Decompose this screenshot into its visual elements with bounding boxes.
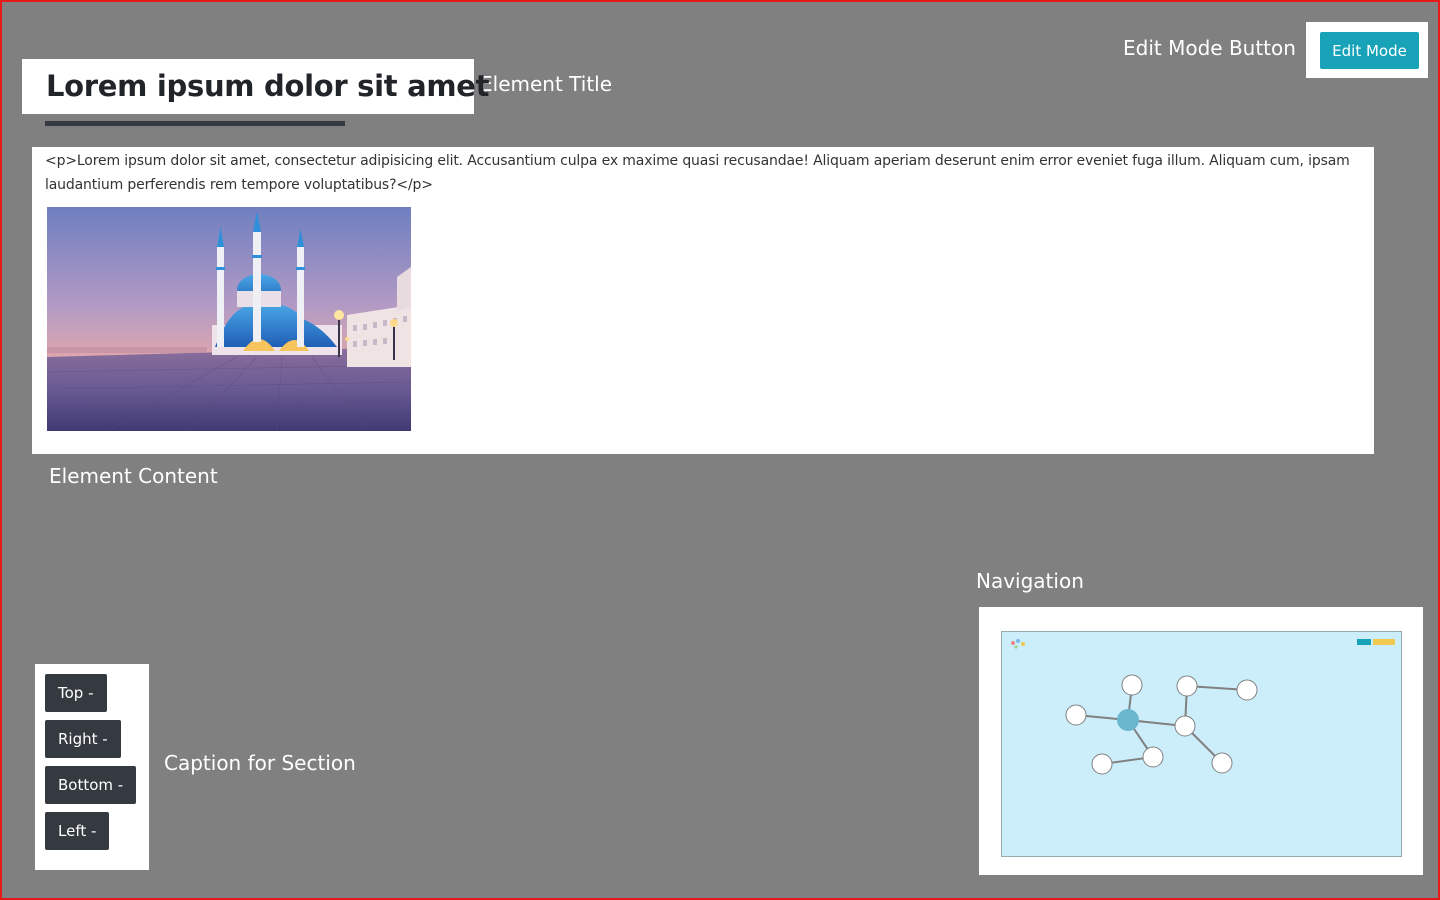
position-top-button[interactable]: Top - — [45, 674, 107, 712]
navigation-map[interactable] — [1001, 631, 1402, 857]
annotation-element-title: Element Title — [480, 72, 613, 96]
annotation-navigation: Navigation — [976, 569, 1084, 593]
nav-node[interactable] — [1091, 753, 1113, 775]
position-left-button[interactable]: Left - — [45, 812, 110, 850]
nav-node[interactable] — [1065, 704, 1087, 726]
nav-node[interactable] — [1176, 675, 1198, 697]
annotation-caption-for-section: Caption for Section — [164, 751, 356, 775]
title-underline — [45, 121, 345, 126]
content-image — [47, 207, 411, 431]
element-content-text: <p>Lorem ipsum dolor sit amet, consectet… — [45, 153, 1350, 193]
element-title: Lorem ipsum dolor sit amet — [46, 69, 490, 103]
nav-node[interactable] — [1174, 715, 1196, 737]
position-right-button[interactable]: Right - — [45, 720, 121, 758]
position-buttons-panel: Top - Right - Bottom - Left - — [35, 664, 149, 870]
annotation-element-content: Element Content — [49, 464, 218, 488]
edit-mode-button[interactable]: Edit Mode — [1320, 32, 1419, 69]
mini-edit-button — [1357, 639, 1371, 645]
navigation-panel — [979, 607, 1423, 875]
element-content-box: <p>Lorem ipsum dolor sit amet, consectet… — [32, 147, 1374, 454]
mini-action-button — [1373, 639, 1395, 645]
nav-node-active[interactable] — [1117, 709, 1139, 731]
element-title-box: Lorem ipsum dolor sit amet — [22, 59, 490, 114]
nav-node[interactable] — [1236, 679, 1258, 701]
nav-node[interactable] — [1142, 746, 1164, 768]
nav-node[interactable] — [1211, 752, 1233, 774]
position-bottom-button[interactable]: Bottom - — [45, 766, 137, 804]
edit-mode-container: Edit Mode — [1306, 22, 1428, 78]
annotation-edit-mode-button: Edit Mode Button — [1123, 36, 1296, 60]
nav-node[interactable] — [1121, 674, 1143, 696]
